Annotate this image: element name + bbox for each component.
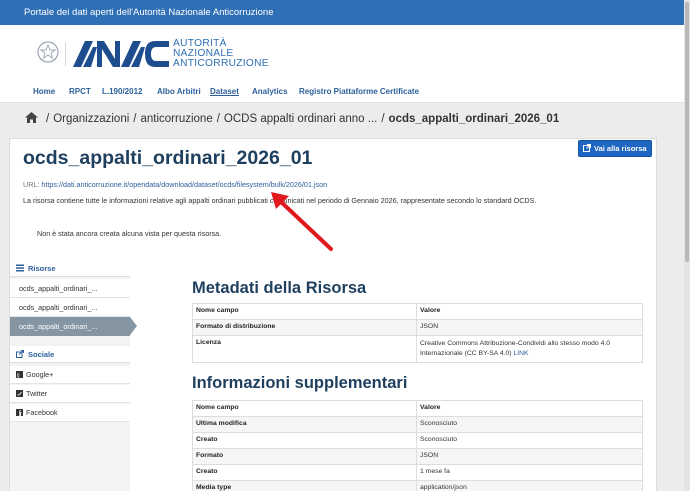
social-facebook-label: Facebook (26, 408, 58, 417)
field-cell: Media type (192, 480, 417, 491)
breadcrumb: / Organizzazioni / anticorruzione / OCDS appa… (25, 112, 559, 128)
value-cell: Sconosciuto (416, 432, 643, 449)
nav-albo-arbitri[interactable]: Albo Arbitri (157, 87, 201, 96)
col-field-header: Nome campo (192, 400, 417, 417)
main-nav: Home RPCT L.190/2012 Albo Arbitri Datase… (0, 87, 690, 101)
sidebar-resource-label: ocds_appalti_ordinari_... (19, 322, 98, 331)
breadcrumb-separator: / (133, 113, 137, 125)
value-cell: application/json (416, 480, 643, 491)
page-scrollbar[interactable] (684, 0, 690, 491)
metadata-table: Nome campo Valore Formato di distribuzio… (192, 303, 643, 363)
supplementary-table: Nome campo Valore Ultima modifica Sconosc… (192, 400, 643, 491)
logo-divider (65, 42, 66, 66)
table-row: Ultima modifica Sconosciuto (192, 416, 643, 433)
breadcrumb-current: ocds_appalti_ordinari_2026_01 (388, 113, 560, 125)
license-text: Creative Commons Attribuzione-Condividi … (420, 340, 611, 347)
field-cell: Formato (192, 448, 417, 465)
sidebar-resource-item-active[interactable]: ocds_appalti_ordinari_... (10, 317, 137, 336)
breadcrumb-anticorruzione[interactable]: anticorruzione (140, 113, 212, 125)
table-row: Creato 1 mese fa (192, 464, 643, 481)
value-cell: JSON (416, 448, 643, 465)
no-views-message: Non è stata ancora creata alcuna vista p… (37, 229, 222, 238)
resource-description: La risorsa contiene tutte le informazion… (23, 196, 537, 205)
list-icon (16, 264, 24, 272)
supplementary-heading: Informazioni supplementari (192, 374, 408, 392)
svg-text:g: g (17, 373, 20, 378)
field-cell: Formato di distribuzione (192, 319, 417, 336)
value-cell: Creative Commons Attribuzione-Condividi … (416, 335, 643, 363)
facebook-icon (16, 409, 23, 416)
social-heading-label: Sociale (28, 350, 55, 359)
italian-emblem-icon (37, 41, 59, 63)
sidebar-resource-label: ocds_appalti_ordinari_... (19, 284, 98, 293)
nav-analytics[interactable]: Analytics (252, 87, 288, 96)
col-value-header: Valore (416, 400, 643, 417)
org-name-line: ANTICORRUZIONE (173, 58, 269, 69)
social-google-plus[interactable]: g Google+ (10, 366, 130, 384)
sidebar-resource-item[interactable]: ocds_appalti_ordinari_... (10, 279, 130, 298)
home-icon[interactable] (25, 112, 38, 123)
social-google-plus-label: Google+ (26, 370, 54, 379)
anac-logo[interactable] (71, 39, 169, 69)
resource-url-line: URL: https://dati.anticorruzione.it/open… (23, 180, 327, 189)
value-cell: 1 mese fa (416, 464, 643, 481)
social-twitter-label: Twitter (26, 389, 48, 398)
top-bar: Portale dei dati aperti dell'Autorità Na… (0, 0, 690, 25)
table-row: Formato JSON (192, 448, 643, 465)
table-header-row: Nome campo Valore (192, 303, 643, 320)
table-row: Licenza Creative Commons Attribuzione-Co… (192, 335, 643, 363)
license-link[interactable]: LINK (513, 350, 528, 357)
resource-panel: ocds_appalti_ordinari_2026_01 Vai alla r… (9, 138, 657, 491)
resources-heading-label: Risorse (28, 264, 56, 273)
site-header: AUTORITÀ NAZIONALE ANTICORRUZIONE Home R… (0, 25, 690, 103)
sidebar-resource-label: ocds_appalti_ordinari_... (19, 303, 98, 312)
col-value-header: Valore (416, 303, 643, 320)
table-row: Formato di distribuzione JSON (192, 319, 643, 336)
org-name: AUTORITÀ NAZIONALE ANTICORRUZIONE (173, 38, 269, 69)
nav-rpct[interactable]: RPCT (69, 87, 91, 96)
nav-home[interactable]: Home (33, 87, 55, 96)
table-row: Media type application/json (192, 480, 643, 491)
sidebar-resource-item[interactable]: ocds_appalti_ordinari_... (10, 298, 130, 317)
nav-dataset[interactable]: Dataset (210, 87, 239, 96)
resources-heading: Risorse (10, 260, 130, 277)
sidebar: Risorse ocds_appalti_ordinari_... ocds_a… (10, 260, 137, 491)
google-plus-icon: g (16, 371, 23, 378)
resource-url-link[interactable]: https://dati.anticorruzione.it/opendata/… (41, 180, 327, 189)
twitter-icon (16, 390, 23, 397)
nav-registro-piattaforme[interactable]: Registro Piattaforme Certificate (299, 87, 419, 96)
breadcrumb-dataset[interactable]: OCDS appalti ordinari anno ... (224, 113, 377, 125)
go-to-resource-label: Vai alla risorsa (594, 144, 647, 153)
scrollbar-thumb[interactable] (685, 2, 689, 262)
field-cell: Licenza (192, 335, 417, 363)
table-row: Creato Sconosciuto (192, 432, 643, 449)
nav-l190[interactable]: L.190/2012 (102, 87, 142, 96)
metadata-heading: Metadati della Risorsa (192, 279, 367, 297)
value-cell: JSON (416, 319, 643, 336)
portal-title: Portale dei dati aperti dell'Autorità Na… (24, 7, 274, 18)
breadcrumb-separator: / (381, 113, 385, 125)
go-to-resource-button[interactable]: Vai alla risorsa (578, 140, 652, 157)
share-icon (16, 350, 24, 358)
resource-title: ocds_appalti_ordinari_2026_01 (23, 147, 313, 169)
field-cell: Ultima modifica (192, 416, 417, 433)
external-link-icon (583, 144, 591, 152)
social-heading: Sociale (10, 346, 130, 363)
social-facebook[interactable]: Facebook (10, 404, 130, 422)
table-header-row: Nome campo Valore (192, 400, 643, 417)
field-cell: Creato (192, 464, 417, 481)
field-cell: Creato (192, 432, 417, 449)
social-twitter[interactable]: Twitter (10, 385, 130, 403)
url-label: URL: (23, 180, 40, 189)
breadcrumb-organizzazioni[interactable]: Organizzazioni (53, 113, 129, 125)
breadcrumb-separator: / (46, 113, 50, 125)
value-cell: Sconosciuto (416, 416, 643, 433)
col-field-header: Nome campo (192, 303, 417, 320)
breadcrumb-separator: / (216, 113, 220, 125)
license-text-2: Internazionale (CC BY-SA 4.0) (420, 350, 512, 357)
